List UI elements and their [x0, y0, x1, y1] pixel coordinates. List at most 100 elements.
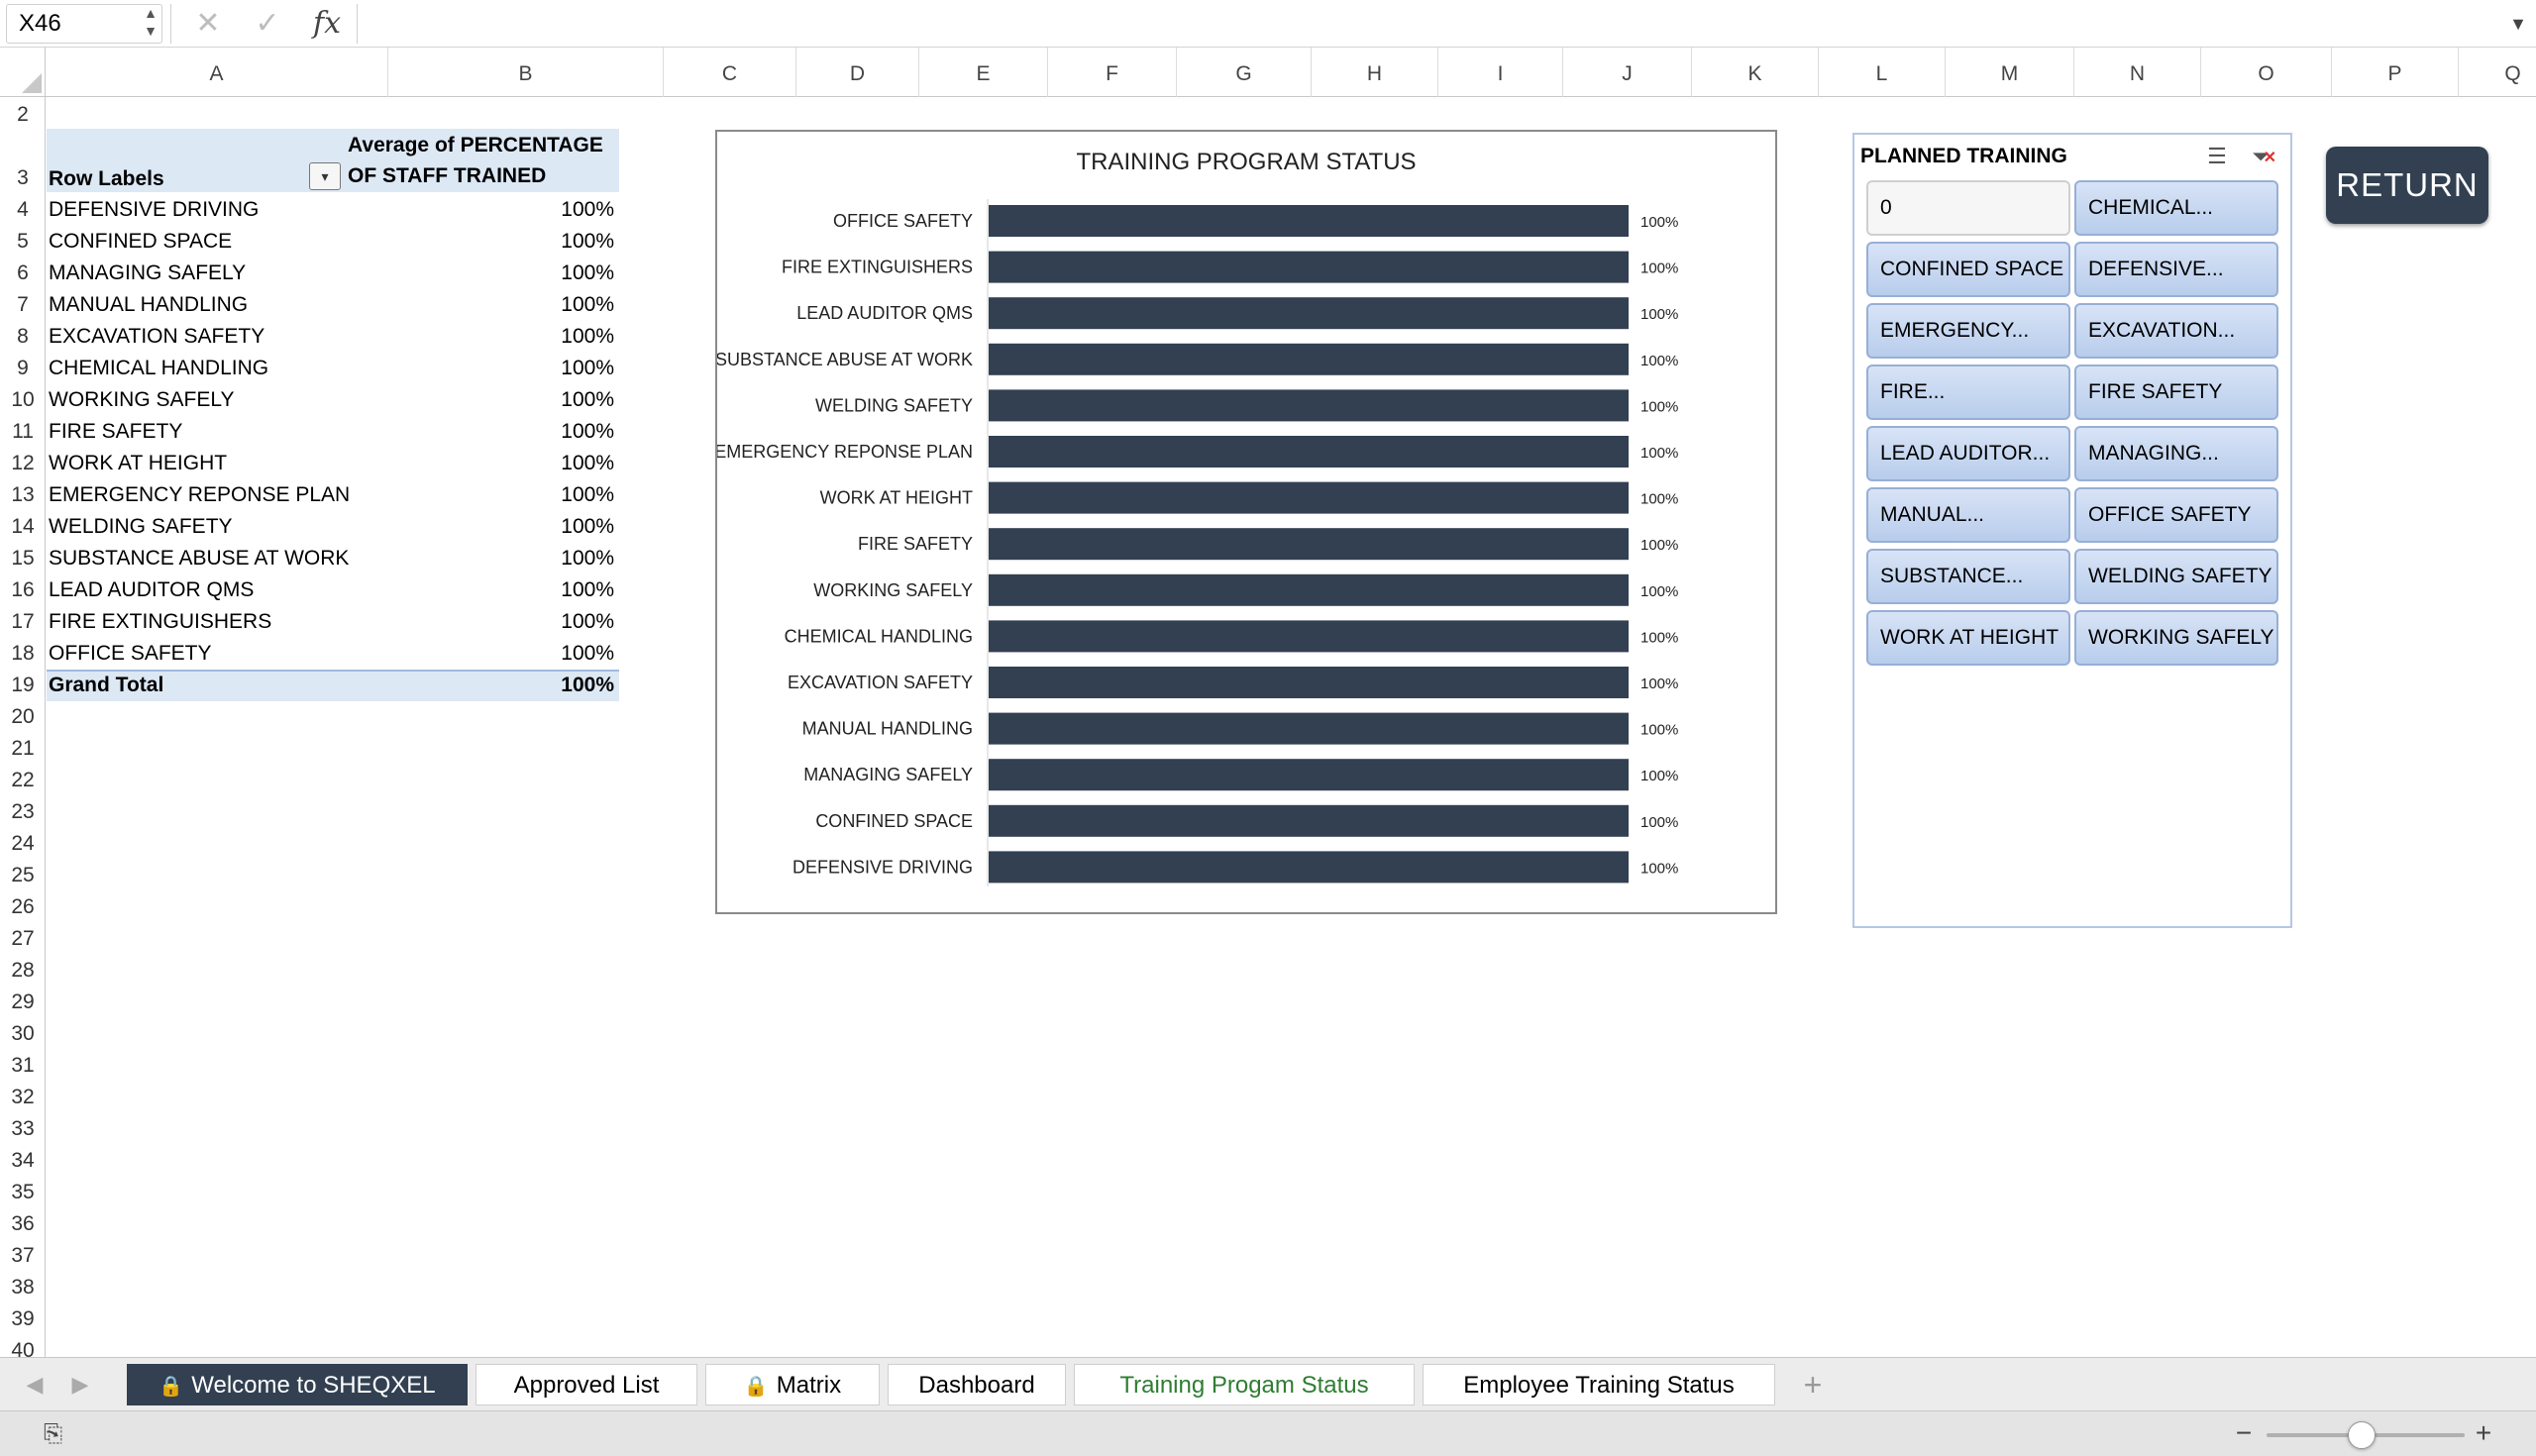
pivot-row-value[interactable]: 100%: [396, 448, 614, 479]
pivot-row-value[interactable]: 100%: [396, 384, 614, 416]
slicer-item[interactable]: MANUAL...: [1866, 487, 2070, 543]
pivot-row-label[interactable]: MANAGING SAFELY: [49, 258, 246, 289]
pivot-row-label[interactable]: MANUAL HANDLING: [49, 289, 248, 321]
slicer-item[interactable]: EMERGENCY...: [1866, 303, 2070, 359]
pivot-row-labels-header[interactable]: Row Labels: [49, 164, 164, 194]
row-header-4[interactable]: 4: [0, 194, 45, 226]
row-header-30[interactable]: 30: [0, 1018, 45, 1050]
pivot-row-value[interactable]: 100%: [396, 479, 614, 511]
insert-function-icon[interactable]: fx: [309, 4, 345, 44]
row-header-15[interactable]: 15: [0, 543, 45, 574]
pivot-row-label[interactable]: OFFICE SAFETY: [49, 638, 212, 670]
row-header-10[interactable]: 10: [0, 384, 45, 416]
row-header-36[interactable]: 36: [0, 1208, 45, 1240]
pivot-row-value[interactable]: 100%: [396, 289, 614, 321]
row-header-8[interactable]: 8: [0, 321, 45, 353]
row-header-33[interactable]: 33: [0, 1113, 45, 1145]
column-header-d[interactable]: D: [796, 48, 919, 97]
cancel-x-icon[interactable]: ✕: [190, 4, 226, 44]
pivot-row-value[interactable]: 100%: [396, 638, 614, 670]
formula-input[interactable]: [359, 4, 2498, 44]
column-header-q[interactable]: Q: [2459, 48, 2536, 97]
slicer-item[interactable]: CONFINED SPACE: [1866, 242, 2070, 297]
chart-bar[interactable]: [989, 251, 1629, 283]
pivot-row-label[interactable]: SUBSTANCE ABUSE AT WORK: [49, 543, 349, 574]
slicer-item[interactable]: DEFENSIVE...: [2074, 242, 2278, 297]
row-header-25[interactable]: 25: [0, 860, 45, 891]
row-header-12[interactable]: 12: [0, 448, 45, 479]
row-header-7[interactable]: 7: [0, 289, 45, 321]
chart-bar[interactable]: [989, 481, 1629, 514]
pivot-row-label[interactable]: WELDING SAFETY: [49, 511, 233, 543]
zoom-in-icon[interactable]: +: [2471, 1417, 2496, 1451]
slicer-item[interactable]: FIRE...: [1866, 364, 2070, 420]
column-header-n[interactable]: N: [2074, 48, 2201, 97]
column-header-o[interactable]: O: [2201, 48, 2332, 97]
clear-filter-icon[interactable]: ⏷ ✕: [2245, 141, 2276, 172]
column-header-f[interactable]: F: [1048, 48, 1177, 97]
row-header-35[interactable]: 35: [0, 1177, 45, 1208]
pivot-row-value[interactable]: 100%: [396, 194, 614, 226]
pivot-row-label[interactable]: FIRE EXTINGUISHERS: [49, 606, 271, 638]
row-header-3[interactable]: 3: [0, 162, 45, 194]
chart-bar[interactable]: [989, 528, 1629, 561]
slicer-item[interactable]: FIRE SAFETY: [2074, 364, 2278, 420]
slicer-item[interactable]: 0: [1866, 180, 2070, 236]
tab-training-progam-status[interactable]: Training Progam Status: [1074, 1364, 1415, 1405]
column-header-i[interactable]: I: [1438, 48, 1563, 97]
pivot-row-label[interactable]: WORKING SAFELY: [49, 384, 234, 416]
slicer-item[interactable]: LEAD AUDITOR...: [1866, 426, 2070, 481]
slicer-item[interactable]: SUBSTANCE...: [1866, 549, 2070, 604]
row-header-17[interactable]: 17: [0, 606, 45, 638]
pivot-row-value[interactable]: 100%: [396, 543, 614, 574]
slicer-item[interactable]: WELDING SAFETY: [2074, 549, 2278, 604]
pivot-row-label[interactable]: CONFINED SPACE: [49, 226, 232, 258]
chart-bar[interactable]: [989, 620, 1629, 653]
row-header-5[interactable]: 5: [0, 226, 45, 258]
row-header-22[interactable]: 22: [0, 765, 45, 796]
pivot-row-label[interactable]: EMERGENCY REPONSE PLAN: [49, 479, 350, 511]
column-header-m[interactable]: M: [1946, 48, 2074, 97]
expand-formula-bar-icon[interactable]: ▼: [2506, 6, 2530, 42]
chart-bar[interactable]: [989, 667, 1629, 698]
row-header-28[interactable]: 28: [0, 955, 45, 987]
slicer-item[interactable]: WORK AT HEIGHT: [1866, 610, 2070, 666]
scroll-tabs-left-icon[interactable]: ◀: [20, 1366, 50, 1404]
scroll-tabs-right-icon[interactable]: ▶: [65, 1366, 95, 1404]
slicer-item[interactable]: WORKING SAFELY: [2074, 610, 2278, 666]
enter-check-icon[interactable]: ✓: [250, 4, 285, 44]
chart-bar[interactable]: [989, 573, 1629, 606]
slicer-item[interactable]: OFFICE SAFETY: [2074, 487, 2278, 543]
row-header-37[interactable]: 37: [0, 1240, 45, 1272]
pivot-value-header[interactable]: OF STAFF TRAINED: [348, 161, 546, 191]
column-header-h[interactable]: H: [1312, 48, 1438, 97]
chart-bar[interactable]: [989, 297, 1629, 330]
chart-bar[interactable]: [989, 436, 1629, 468]
pivot-row-value[interactable]: 100%: [396, 511, 614, 543]
chart-bar[interactable]: [989, 389, 1629, 422]
pivot-row-label[interactable]: WORK AT HEIGHT: [49, 448, 227, 479]
multi-select-icon[interactable]: ☰: [2201, 141, 2233, 172]
row-header-26[interactable]: 26: [0, 891, 45, 923]
name-box-stepper-icon[interactable]: ▲ ▼: [141, 4, 160, 44]
row-header-34[interactable]: 34: [0, 1145, 45, 1177]
row-header-14[interactable]: 14: [0, 511, 45, 543]
row-header-39[interactable]: 39: [0, 1303, 45, 1335]
row-header-9[interactable]: 9: [0, 353, 45, 384]
slicer-item[interactable]: EXCAVATION...: [2074, 303, 2278, 359]
pivot-row-label[interactable]: DEFENSIVE DRIVING: [49, 194, 259, 226]
pivot-row-value[interactable]: 100%: [396, 574, 614, 606]
pivot-row-value[interactable]: 100%: [396, 606, 614, 638]
return-button[interactable]: RETURN: [2326, 147, 2488, 224]
slicer-item[interactable]: MANAGING...: [2074, 426, 2278, 481]
row-header-11[interactable]: 11: [0, 416, 45, 448]
name-box[interactable]: X46: [6, 4, 162, 44]
row-header-29[interactable]: 29: [0, 987, 45, 1018]
chart-bar[interactable]: [989, 343, 1629, 375]
pivot-row-label[interactable]: LEAD AUDITOR QMS: [49, 574, 254, 606]
pivot-row-label[interactable]: EXCAVATION SAFETY: [49, 321, 264, 353]
row-header-19[interactable]: 19: [0, 670, 45, 701]
pivot-row-label[interactable]: CHEMICAL HANDLING: [49, 353, 268, 384]
row-header-20[interactable]: 20: [0, 701, 45, 733]
row-header-21[interactable]: 21: [0, 733, 45, 765]
